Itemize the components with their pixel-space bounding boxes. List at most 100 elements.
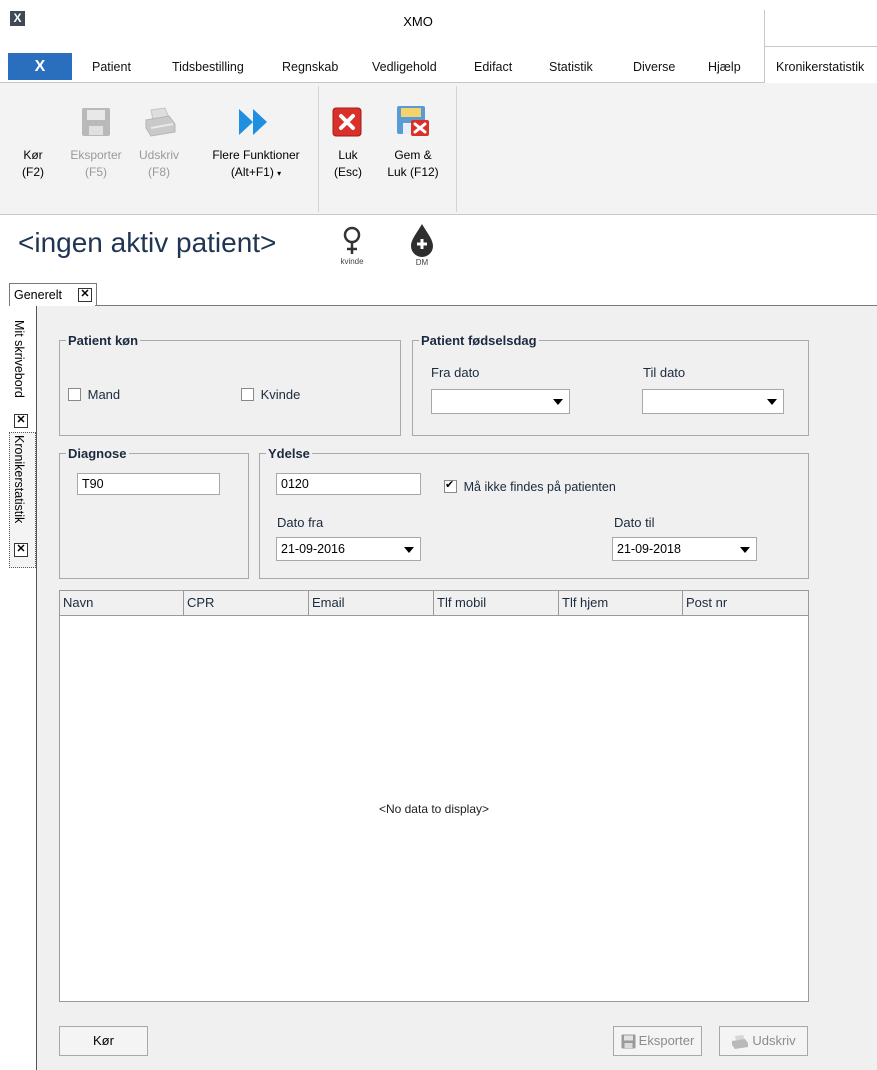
chevron-down-icon[interactable] [553,399,563,405]
run-button-shortcut: (F2) [22,165,44,179]
close-icon [332,107,362,137]
service-to-date-picker[interactable]: 21-09-2018 [612,537,757,561]
service-from-value: 21-09-2016 [281,542,345,556]
kvinde-label: Kvinde [260,387,301,402]
run-bottom-button[interactable]: Kør [59,1026,148,1056]
file-menu-tab[interactable]: X [8,53,72,80]
column-header-navn[interactable]: Navn [60,591,184,615]
app-logo-icon: X [10,11,25,26]
ribbon-divider [456,86,457,212]
dato-til-label: Dato til [614,515,655,530]
side-tab-kronikerstatistik-label: Kronikerstatistik [12,435,26,524]
grid-header: Navn CPR Email Tlf mobil Tlf hjem Post n… [60,591,808,616]
menu-regnskab[interactable]: Regnskab [282,60,338,74]
run-button-label: Kør [23,148,43,162]
column-header-post-nr[interactable]: Post nr [683,591,808,615]
print-button[interactable]: Udskriv (F8) [134,104,184,194]
diagnosis-input[interactable]: T90 [77,473,220,495]
more-functions-label: Flere Funktioner [212,148,300,162]
service-from-date-picker[interactable]: 21-09-2016 [276,537,421,561]
more-functions-button[interactable]: Flere Funktioner (Alt+F1) ▾ [200,104,312,194]
ribbon-divider [318,86,319,212]
more-functions-shortcut-text: (Alt+F1) [230,165,274,179]
ma-ikke-label: Må ikke findes på patienten [463,480,616,494]
dm-indicator: DM [406,222,438,270]
column-header-email[interactable]: Email [309,591,434,615]
menu-kronikerstatistik[interactable]: Kronikerstatistik [776,60,877,74]
side-tab-kronikerstatistik[interactable]: Kronikerstatistik ✕ [9,432,36,568]
close-button-label: Luk [338,148,358,162]
chevron-down-icon[interactable] [740,547,750,553]
menu-hjaelp[interactable]: Hjælp [708,60,741,74]
menu-edifact[interactable]: Edifact [474,60,512,74]
print-button-shortcut: (F8) [148,165,170,179]
results-grid[interactable]: Navn CPR Email Tlf mobil Tlf hjem Post n… [59,590,809,1002]
kvinde-checkbox-box[interactable] [241,388,254,402]
patient-gender-legend: Patient køn [68,333,139,348]
print-bottom-label: Udskriv [752,1033,796,1048]
diagnosis-legend: Diagnose [68,446,127,461]
export-button[interactable]: Eksporter (F5) [58,104,134,194]
menu-patient[interactable]: Patient [92,60,131,74]
close-button-shortcut: (Esc) [334,165,362,179]
patient-gender-group: Patient køn [59,333,401,436]
menu-diverse[interactable]: Diverse [633,60,675,74]
empty-grid-message: <No data to display> [378,802,490,816]
close-side-tab-icon[interactable]: ✕ [14,414,28,428]
export-button-shortcut: (F5) [85,165,107,179]
column-header-cpr[interactable]: CPR [184,591,309,615]
printer-icon [145,107,176,137]
checkbox-ma-ikke-findes[interactable]: Må ikke findes på patienten [444,478,616,494]
diagnosis-group: Diagnose [59,446,249,579]
save-close-label: Gem & [394,148,432,162]
dm-caption: DM [415,258,429,267]
gender-indicator: kvinde [337,225,367,270]
chevron-down-icon[interactable] [404,547,414,553]
til-dato-label: Til dato [643,365,686,380]
save-close-shortcut: Luk (F12) [387,165,439,179]
diabetes-drop-icon [411,224,433,257]
checkbox-mand[interactable]: Mand [68,387,120,402]
service-legend: Ydelse [268,446,310,461]
close-button[interactable]: Luk (Esc) [326,104,370,194]
close-side-tab-icon[interactable]: ✕ [14,543,28,557]
birthday-legend: Patient fødselsdag [421,333,537,348]
save-close-icon [397,106,429,136]
more-functions-shortcut: (Alt+F1) ▾ [200,164,312,182]
title-bar [0,0,877,46]
window-title: XMO [403,14,433,29]
mand-checkbox-box[interactable] [68,388,81,402]
ma-ikke-checkbox-box[interactable] [444,478,457,494]
patient-title: <ingen aktiv patient> [18,227,277,258]
column-header-tlf-mobil[interactable]: Tlf mobil [434,591,559,615]
service-code-input[interactable]: 0120 [276,473,421,495]
gender-caption: kvinde [340,257,364,266]
female-icon [343,226,361,254]
save-and-close-button[interactable]: Gem & Luk (F12) [377,104,449,194]
run-button[interactable]: Kør (F2) [16,147,50,181]
save-icon [621,1034,636,1049]
chevron-down-icon[interactable] [767,399,777,405]
fra-dato-label: Fra dato [431,365,480,380]
double-arrow-icon [239,109,267,135]
service-to-value: 21-09-2018 [617,542,681,556]
birth-from-date-picker[interactable] [431,389,570,414]
birth-to-date-picker[interactable] [642,389,784,414]
checkbox-kvinde[interactable]: Kvinde [241,387,300,402]
tab-generelt[interactable]: Generelt ✕ [9,283,97,307]
menu-tidsbestilling[interactable]: Tidsbestilling [172,60,244,74]
export-bottom-button[interactable]: Eksporter [613,1026,702,1056]
tab-generelt-label: Generelt [14,288,62,302]
print-button-label: Udskriv [138,148,179,162]
menu-statistik[interactable]: Statistik [549,60,593,74]
printer-icon [732,1034,749,1049]
save-icon [82,108,110,136]
menu-bar [0,46,877,83]
close-tab-icon[interactable]: ✕ [78,288,92,302]
dropdown-arrow-icon: ▾ [277,169,282,178]
dato-fra-label: Dato fra [277,515,324,530]
menu-vedligehold[interactable]: Vedligehold [372,60,437,74]
column-header-tlf-hjem[interactable]: Tlf hjem [559,591,683,615]
print-bottom-button[interactable]: Udskriv [719,1026,808,1056]
side-tab-mit-skrivebord[interactable]: Mit skrivebord [12,320,26,398]
